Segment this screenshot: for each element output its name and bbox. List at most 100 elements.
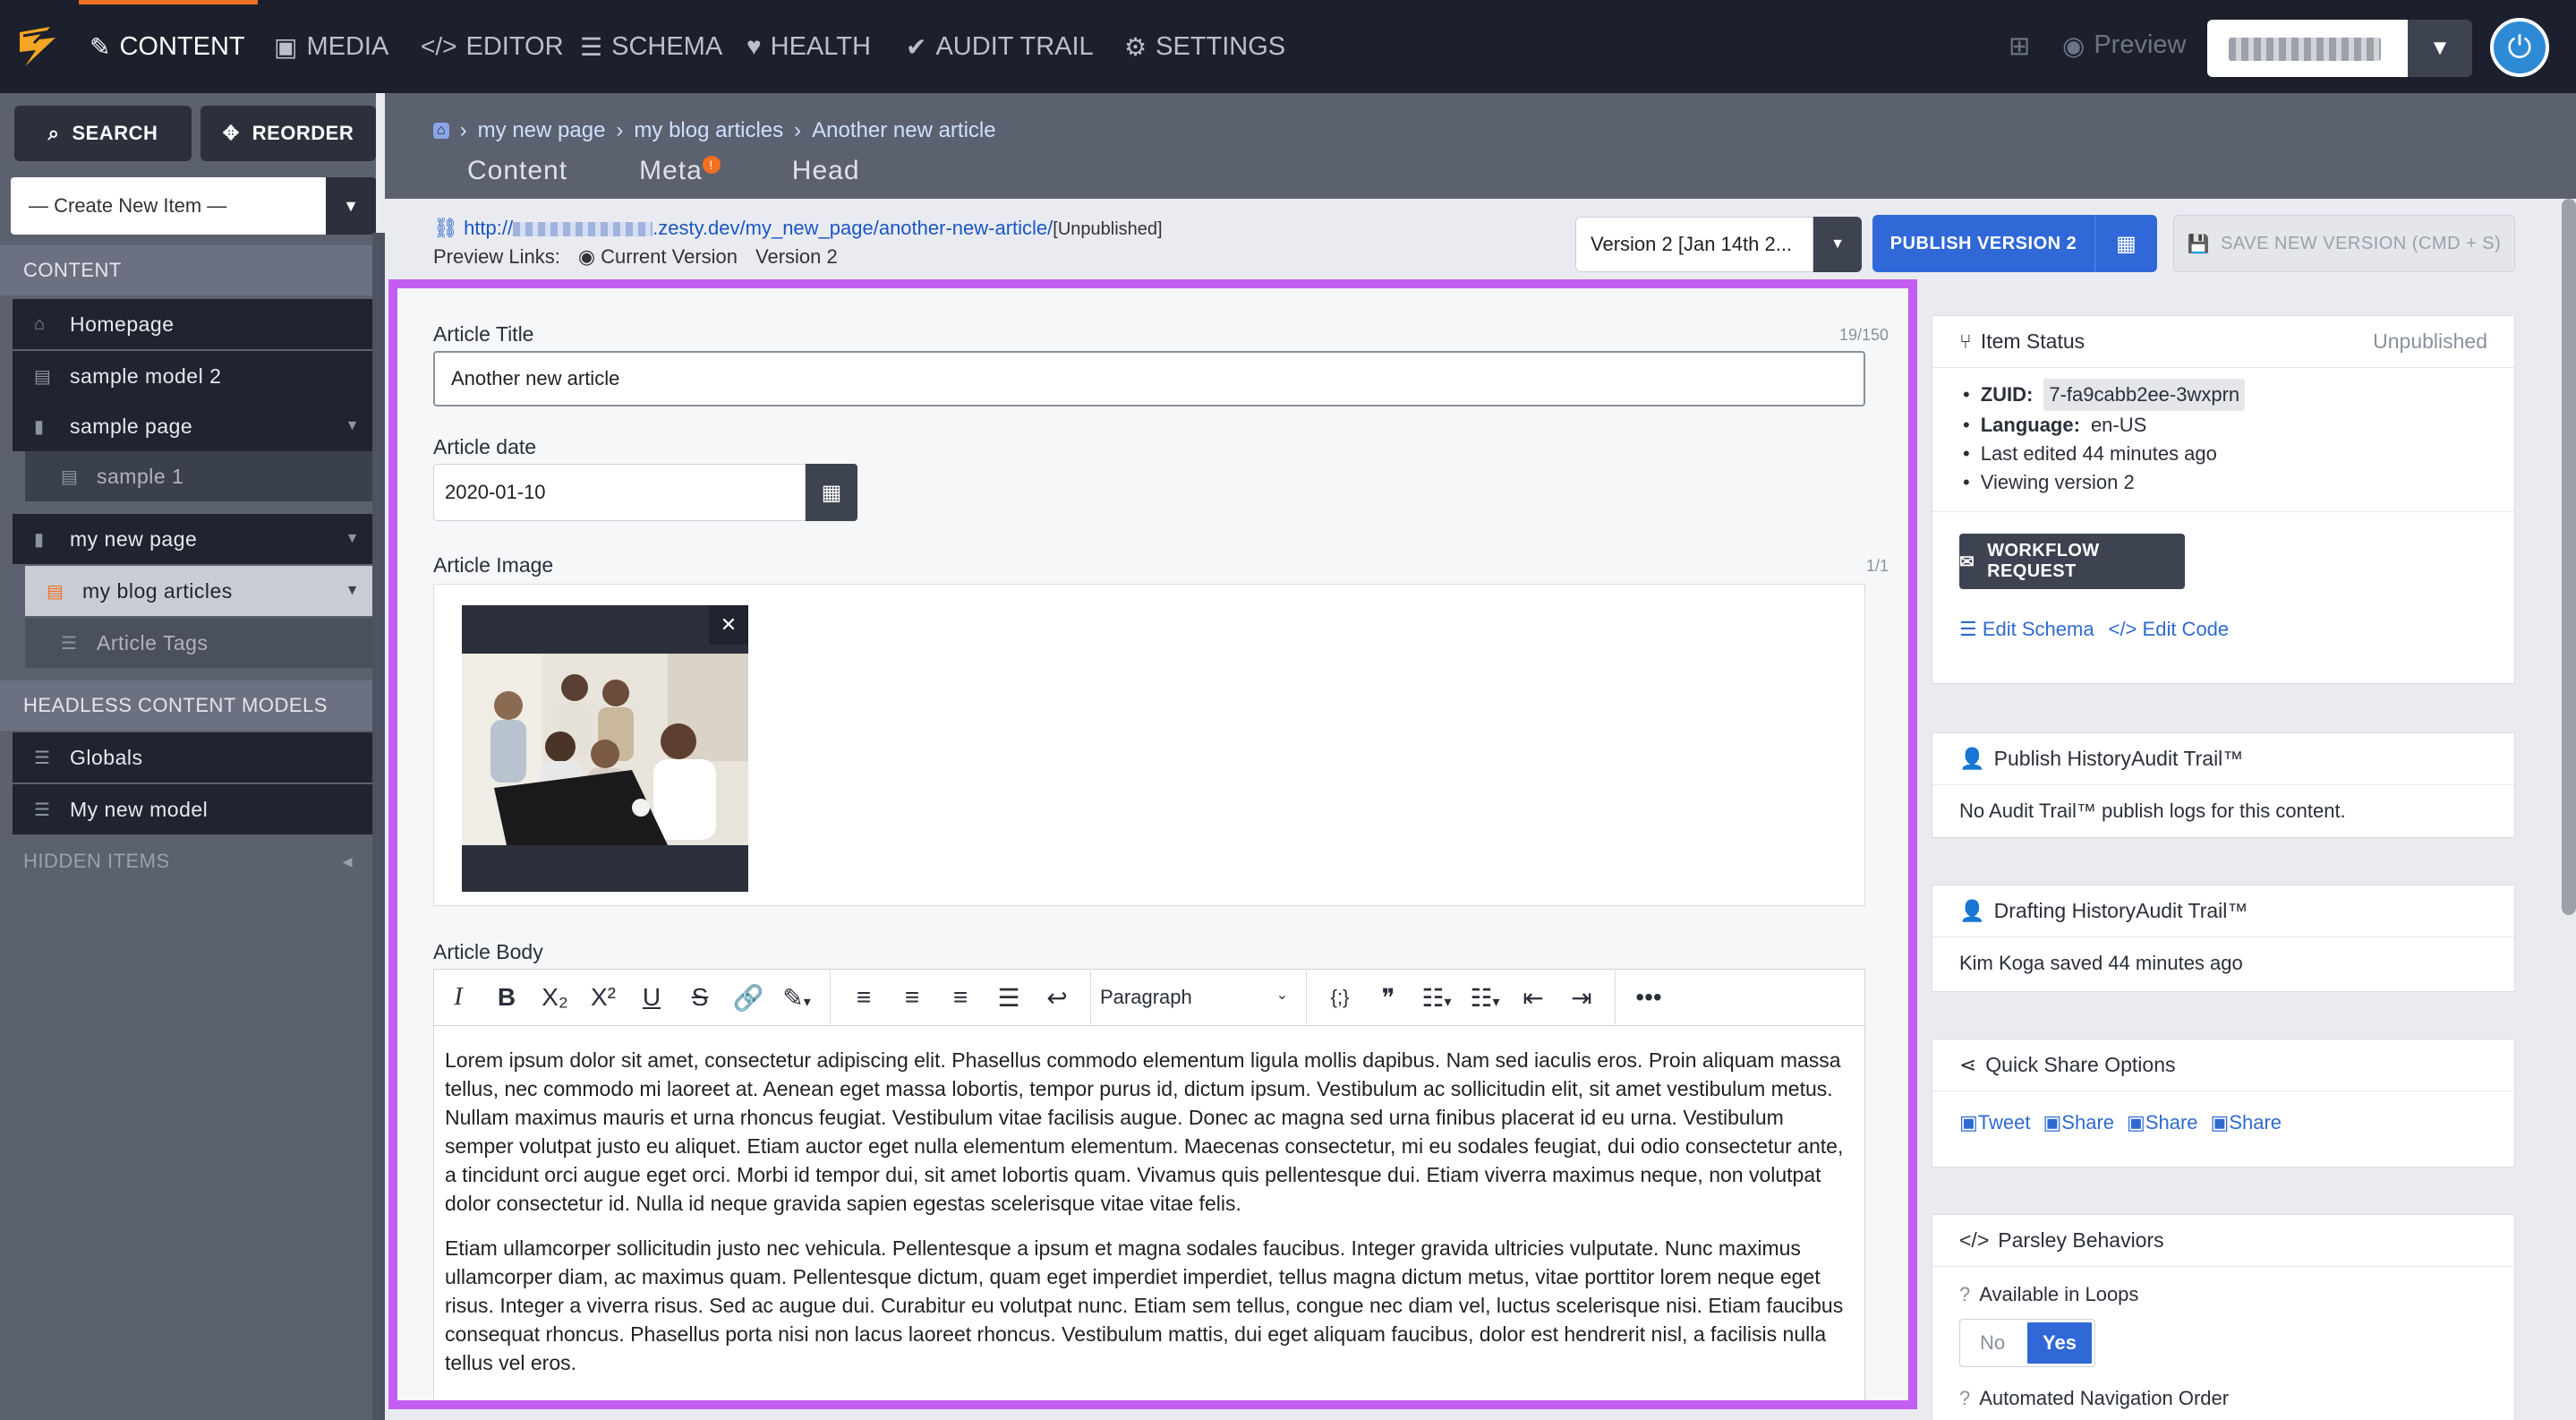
- share-facebook-link[interactable]: ▣Share: [2043, 1111, 2115, 1134]
- reorder-button[interactable]: ✥ REORDER: [200, 106, 376, 161]
- article-image-label: Article Image: [433, 553, 554, 577]
- user-menu-power-icon[interactable]: ⏻: [2490, 18, 2549, 77]
- current-version-link[interactable]: ◉ Current Version: [578, 245, 738, 269]
- nav-content[interactable]: ✎ CONTENT: [90, 0, 245, 93]
- underline-icon[interactable]: U: [627, 983, 676, 1012]
- help-icon[interactable]: ?: [1959, 1283, 1970, 1306]
- toggle-yes[interactable]: Yes: [2025, 1320, 2094, 1366]
- nav-media[interactable]: ▣ MEDIA: [274, 0, 388, 93]
- breadcrumb-my-new-page[interactable]: my new page: [478, 118, 606, 143]
- edit-code-link[interactable]: </> Edit Code: [2109, 618, 2230, 641]
- blockquote-icon[interactable]: ❞: [1364, 983, 1412, 1013]
- article-body-editor[interactable]: Lorem ipsum dolor sit amet, consectetur …: [433, 1026, 1865, 1400]
- schedule-publish-button[interactable]: ▦: [2094, 215, 2157, 272]
- article-title-input[interactable]: Another new article: [433, 351, 1865, 406]
- live-url[interactable]: ⛓ http://.zesty.dev/my_new_page/another-…: [433, 217, 1163, 240]
- instance-dropdown-button[interactable]: ▼: [2408, 20, 2472, 77]
- home-icon: ⌂: [34, 313, 46, 334]
- share-linkedin-link[interactable]: ▣Share: [2127, 1111, 2198, 1134]
- article-body-label: Article Body: [433, 940, 543, 963]
- nav-audit-trail[interactable]: ✔ AUDIT TRAIL: [906, 0, 1094, 93]
- item-status-card: ⑂ Item Status Unpublished • ZUID: 7-fa9cab…: [1932, 315, 2515, 684]
- share-twitter-link[interactable]: ▣Tweet: [1959, 1111, 2031, 1134]
- home-breadcrumb-icon[interactable]: ⌂: [433, 123, 449, 139]
- available-in-loops-toggle[interactable]: No Yes: [1959, 1319, 2095, 1367]
- create-item-dropdown-button[interactable]: ▼: [326, 177, 376, 235]
- sidebar-item-my-blog-articles[interactable]: ▤ my blog articles ▼: [25, 566, 372, 616]
- publish-version-button[interactable]: PUBLISH VERSION 2: [1872, 215, 2094, 272]
- italic-icon[interactable]: I: [434, 983, 482, 1012]
- breadcrumb-another-new-article[interactable]: Another new article: [812, 118, 995, 143]
- caret-down-icon[interactable]: ▼: [345, 583, 360, 599]
- sidebar-item-sample-model-2[interactable]: ▤ sample model 2: [13, 351, 372, 401]
- eye-icon: ◉: [577, 245, 601, 268]
- highlight-icon[interactable]: ✎▾: [772, 983, 821, 1013]
- preview-link[interactable]: ◉ Preview: [2062, 30, 2186, 62]
- share-digg-link[interactable]: ▣Share: [2211, 1111, 2282, 1134]
- version-2-link[interactable]: Version 2: [755, 245, 838, 269]
- superscript-icon[interactable]: X²: [579, 983, 627, 1012]
- code-block-icon[interactable]: {;}: [1316, 986, 1364, 1009]
- search-button[interactable]: ⌕ SEARCH: [14, 106, 192, 161]
- sidebar-item-globals[interactable]: ☰ Globals: [13, 732, 372, 783]
- zuid-value[interactable]: 7-fa9cabb2ee-3wxprn: [2043, 379, 2246, 411]
- remove-image-icon[interactable]: ✕: [709, 605, 748, 645]
- article-photo: [462, 654, 748, 845]
- item-status-title: Item Status: [1980, 329, 2086, 353]
- save-new-version-button[interactable]: 💾 SAVE NEW VERSION (CMD + S): [2173, 215, 2515, 272]
- align-left-icon[interactable]: ≡: [840, 983, 888, 1012]
- outdent-icon[interactable]: ⇤: [1509, 983, 1557, 1013]
- sidebar-item-homepage[interactable]: ⌂ Homepage: [13, 299, 372, 349]
- bullet-list-icon[interactable]: ☷▾: [1412, 983, 1461, 1013]
- nav-editor[interactable]: </> EDITOR: [421, 0, 564, 93]
- more-options-icon[interactable]: •••: [1625, 983, 1673, 1012]
- tab-meta[interactable]: Meta!: [639, 156, 721, 186]
- parsley-behaviors-card: </> Parsley Behaviors ? Available in Loops…: [1932, 1214, 2515, 1420]
- digg-icon: ▣: [2210, 1111, 2230, 1133]
- sidebar-item-sample-page[interactable]: ▮ sample page ▼: [13, 401, 372, 451]
- tab-content[interactable]: Content: [467, 156, 567, 186]
- sidebar-scroll-track[interactable]: [372, 233, 385, 1420]
- sitemap-icon[interactable]: ⊞: [2009, 30, 2030, 62]
- help-icon[interactable]: ?: [1959, 1387, 1970, 1410]
- caret-down-icon[interactable]: ▼: [345, 531, 360, 547]
- breadcrumb-my-blog-articles[interactable]: my blog articles: [634, 118, 783, 143]
- subscript-icon[interactable]: X₂: [531, 983, 579, 1012]
- workflow-request-button[interactable]: ✉ WORKFLOW REQUEST: [1959, 534, 2185, 589]
- sidebar-item-article-tags[interactable]: ☰ Article Tags: [25, 618, 372, 668]
- nav-settings[interactable]: ⚙ SETTINGS: [1124, 0, 1285, 93]
- zesty-logo-icon[interactable]: [14, 23, 61, 70]
- numbered-list-icon[interactable]: ☷▾: [1461, 983, 1509, 1013]
- align-justify-icon[interactable]: ☰: [985, 983, 1033, 1013]
- article-image-count: 1/1: [1865, 557, 1889, 575]
- create-new-item-select[interactable]: — Create New Item —: [11, 177, 326, 235]
- strikethrough-icon[interactable]: S: [676, 983, 724, 1012]
- code-icon: </>: [1959, 1228, 1990, 1252]
- sidebar-section-hidden-items[interactable]: HIDDEN ITEMS ◀: [0, 836, 372, 886]
- sidebar-item-sample-1[interactable]: ▤ sample 1: [25, 451, 372, 501]
- tab-head[interactable]: Head: [792, 156, 860, 186]
- toggle-no[interactable]: No: [1960, 1320, 2025, 1366]
- block-format-select[interactable]: Paragraph ⌄: [1100, 986, 1297, 1009]
- caret-down-icon[interactable]: ▼: [345, 418, 360, 434]
- article-date-input[interactable]: 2020-01-10: [433, 464, 806, 521]
- image-thumbnail-card[interactable]: ✕: [462, 605, 748, 892]
- content-edit-form: Article Title 19/150 Another new article…: [388, 279, 1917, 1409]
- sidebar-item-my-new-page[interactable]: ▮ my new page ▼: [13, 514, 372, 564]
- align-right-icon[interactable]: ≡: [936, 983, 985, 1012]
- page-scrollbar[interactable]: [2562, 199, 2576, 915]
- database-icon: ☰: [34, 800, 51, 820]
- sidebar-item-my-new-model[interactable]: ☰ My new model: [13, 784, 372, 834]
- nav-schema[interactable]: ☰ SCHEMA: [580, 0, 722, 93]
- nav-health[interactable]: ♥ HEALTH: [746, 0, 871, 93]
- date-picker-button[interactable]: ▦: [806, 464, 857, 521]
- bold-icon[interactable]: B: [482, 983, 531, 1012]
- file-icon: ▮: [34, 416, 45, 437]
- version-dropdown-button[interactable]: ▼: [1813, 217, 1862, 272]
- indent-icon[interactable]: ⇥: [1557, 983, 1606, 1013]
- link-icon[interactable]: 🔗: [724, 983, 772, 1013]
- version-select[interactable]: Version 2 [Jan 14th 2...: [1575, 217, 1813, 272]
- align-center-icon[interactable]: ≡: [888, 983, 936, 1012]
- text-wrap-icon[interactable]: ↩: [1033, 983, 1081, 1013]
- edit-schema-link[interactable]: ☰ Edit Schema: [1959, 618, 2094, 641]
